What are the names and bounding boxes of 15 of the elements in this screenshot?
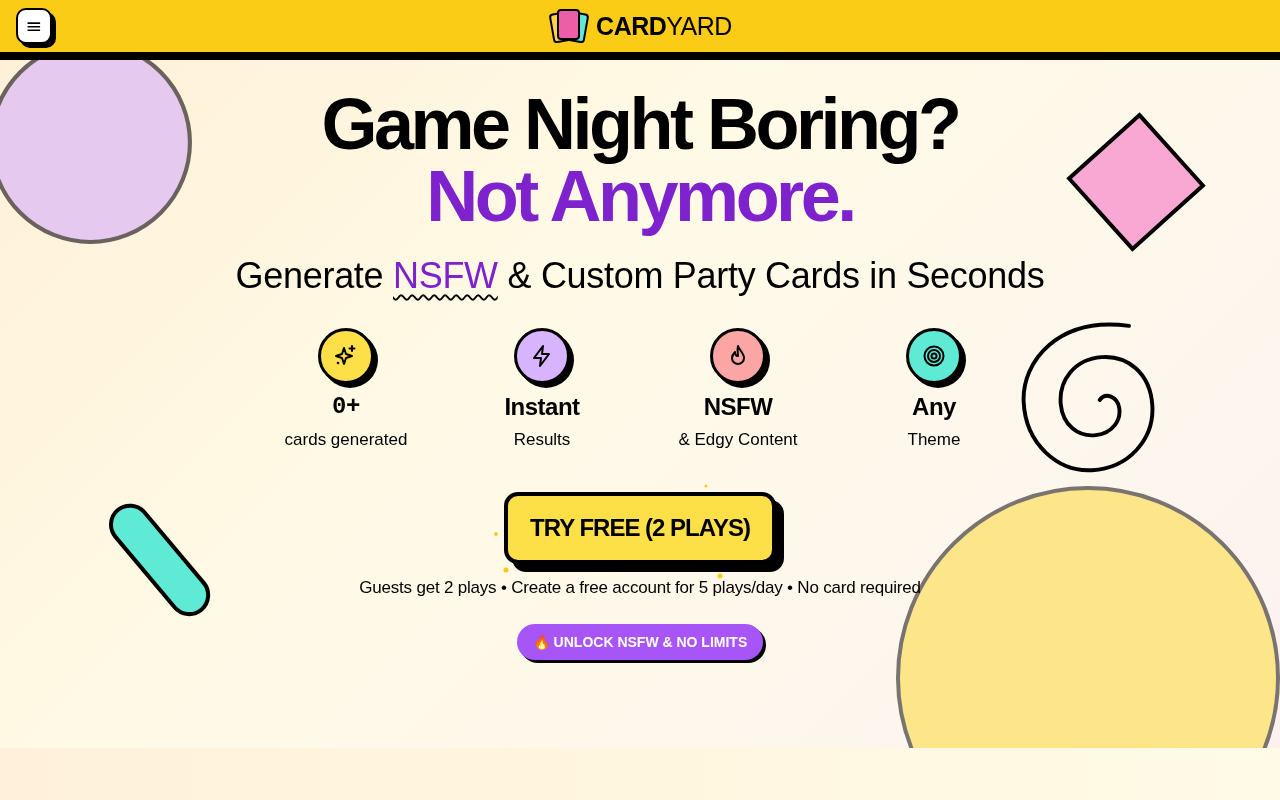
- stat-label: cards generated: [284, 430, 408, 450]
- subtitle: Generate NSFW & Custom Party Cards in Seconds: [235, 254, 1045, 298]
- target-icon: [922, 344, 946, 368]
- stat-label: Results: [513, 430, 571, 450]
- plan-note: Guests get 2 plays • Create a free account for 5 plays/day • No card required: [359, 578, 921, 598]
- stat-value: 0+: [332, 392, 360, 422]
- sparkle-icon: [334, 344, 358, 368]
- stat-label: & Edgy Content: [678, 430, 798, 450]
- stat-label: Theme: [907, 430, 961, 450]
- unlock-button[interactable]: 🔥 UNLOCK NSFW & NO LIMITS: [516, 624, 764, 660]
- stat-value: Any: [912, 392, 956, 422]
- stat-value: NSFW: [703, 392, 773, 422]
- logo-text[interactable]: CARDYARD: [596, 11, 732, 41]
- cards-logo-icon: [548, 8, 591, 44]
- stat-value: Instant: [504, 392, 580, 422]
